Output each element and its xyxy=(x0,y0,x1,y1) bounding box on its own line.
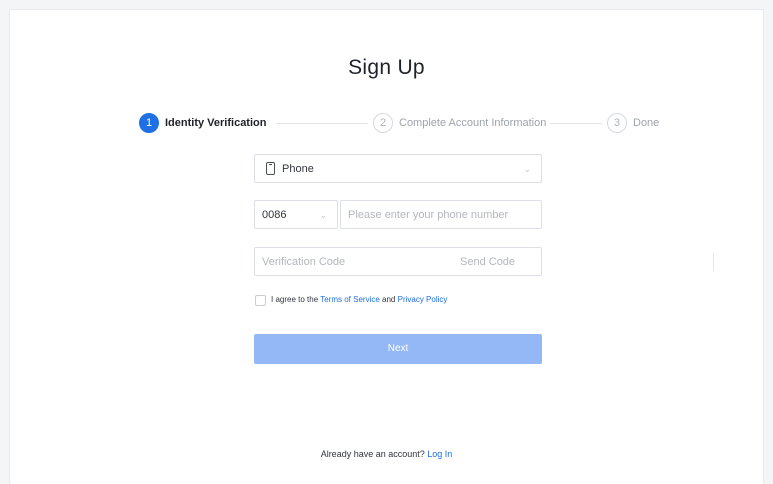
signup-card: Sign Up 1 Identity Verification 2 Comple… xyxy=(9,9,764,484)
steps-indicator: 1 Identity Verification 2 Complete Accou… xyxy=(10,110,763,134)
country-code-select[interactable]: 0086 ⌄ xyxy=(254,200,338,229)
chevron-down-icon: ⌄ xyxy=(319,210,327,220)
agree-prefix: I agree to the xyxy=(271,295,321,304)
step-2-label: Complete Account Information xyxy=(399,117,547,129)
verification-code-input[interactable]: Verification Code Send Code xyxy=(254,247,714,276)
step-connector xyxy=(276,123,368,124)
verification-method-value: Phone xyxy=(282,163,314,175)
step-2-badge: 2 xyxy=(373,113,393,133)
login-prompt: Already have an account? Log In xyxy=(10,449,763,459)
next-button[interactable]: Next xyxy=(254,334,542,364)
input-divider xyxy=(713,253,714,271)
terms-of-service-link[interactable]: Terms of Service xyxy=(320,295,380,304)
step-connector xyxy=(550,123,602,124)
step-1-badge: 1 xyxy=(139,113,159,133)
step-1-label: Identity Verification xyxy=(165,117,267,129)
step-3-label: Done xyxy=(633,117,660,129)
verification-code-placeholder: Verification Code xyxy=(262,256,346,268)
page-title: Sign Up xyxy=(348,56,425,79)
phone-input[interactable]: Please enter your phone number xyxy=(340,200,542,229)
phone-icon xyxy=(266,162,275,175)
send-code-button[interactable]: Send Code xyxy=(460,248,515,276)
verification-method-select[interactable]: Phone ⌄ xyxy=(254,154,542,183)
privacy-policy-link[interactable]: Privacy Policy xyxy=(398,295,448,304)
login-link[interactable]: Log In xyxy=(427,449,452,459)
agree-text: I agree to the Terms of Service and Priv… xyxy=(271,293,447,307)
country-code-value: 0086 xyxy=(262,209,287,221)
agree-and: and xyxy=(379,295,398,304)
agree-checkbox[interactable] xyxy=(255,295,266,306)
login-prompt-text: Already have an account? xyxy=(320,449,425,459)
step-3-badge: 3 xyxy=(607,113,627,133)
phone-input-placeholder: Please enter your phone number xyxy=(348,209,509,221)
chevron-down-icon: ⌄ xyxy=(523,164,531,174)
